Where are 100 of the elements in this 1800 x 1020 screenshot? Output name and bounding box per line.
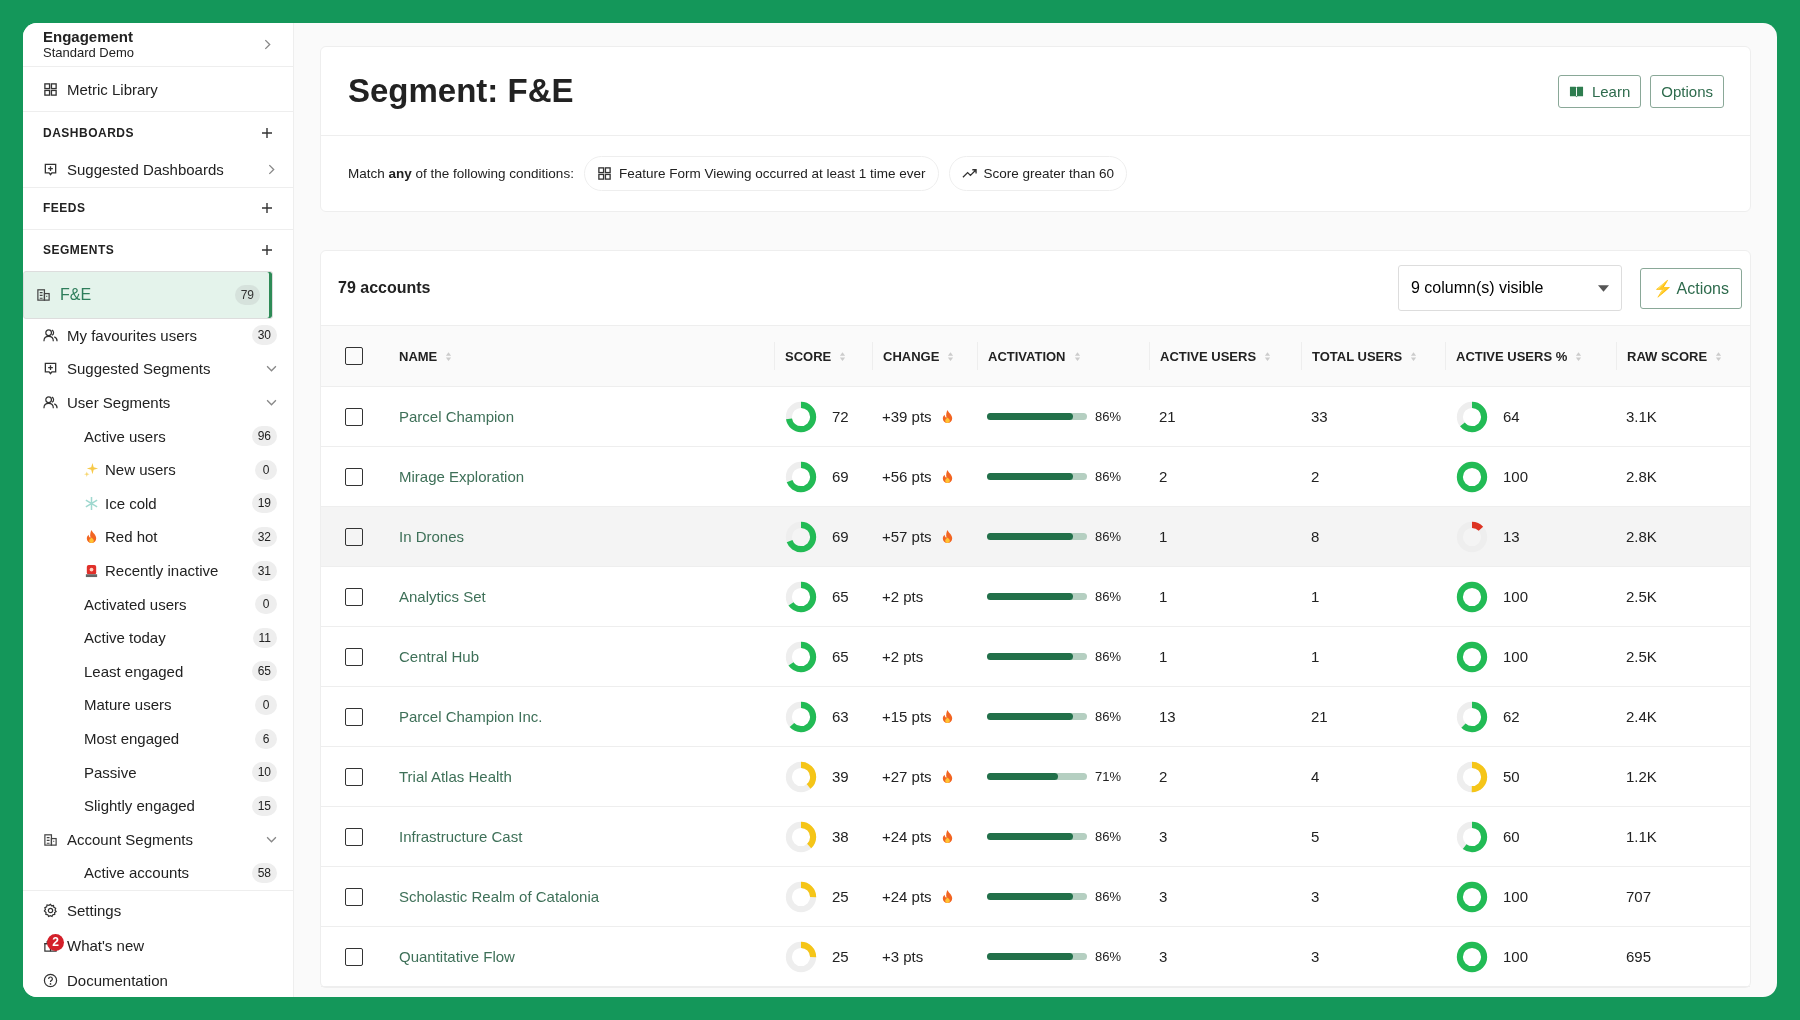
- count-badge: 79: [234, 284, 260, 305]
- table-cell: 1.2K: [1626, 768, 1657, 785]
- sidebar-item[interactable]: Least engaged 65: [23, 654, 293, 689]
- account-link[interactable]: In Drones: [399, 528, 465, 545]
- sidebar-item[interactable]: Ice cold 19: [23, 486, 293, 521]
- sidebar-item[interactable]: User Segments: [23, 385, 293, 420]
- sidebar-item[interactable]: 2 What's new: [23, 927, 293, 963]
- account-link[interactable]: Parcel Champion Inc.: [399, 708, 543, 725]
- caret-icon: [1597, 284, 1609, 292]
- select-all-checkbox[interactable]: [345, 347, 363, 365]
- table-cell: 71%: [1095, 769, 1122, 784]
- table-cell: 8: [1311, 528, 1320, 545]
- column-header[interactable]: ACTIVE USERS: [1160, 348, 1257, 364]
- row-checkbox[interactable]: [345, 887, 363, 906]
- account-link[interactable]: Central Hub: [399, 648, 480, 665]
- table-cell: 5: [1311, 828, 1320, 845]
- table-cell: +2 pts: [882, 648, 924, 665]
- header-button[interactable]: Learn: [1557, 74, 1642, 108]
- sidebar-item[interactable]: Account Segments: [23, 822, 293, 857]
- account-link[interactable]: Trial Atlas Health: [399, 768, 512, 785]
- table-cell: 21: [1159, 408, 1176, 425]
- table-cell: +39 pts: [882, 408, 932, 425]
- count-badge: 58: [251, 862, 277, 883]
- row-checkbox[interactable]: [345, 647, 363, 666]
- workspace-switcher[interactable]: Engagement Standard Demo: [23, 23, 293, 67]
- sidebar-item[interactable]: Slightly engaged 15: [23, 788, 293, 823]
- row-checkbox[interactable]: [345, 827, 363, 846]
- column-header[interactable]: CHANGE: [883, 348, 940, 364]
- table-cell: 86%: [1095, 469, 1122, 484]
- account-link[interactable]: Scholastic Realm of Catalonia: [399, 888, 600, 905]
- section-heading: FEEDS: [43, 201, 86, 216]
- sidebar-item[interactable]: New users 0: [23, 452, 293, 487]
- sidebar-item[interactable]: Red hot 32: [23, 520, 293, 554]
- sidebar-item[interactable]: Documentation: [23, 962, 293, 997]
- page-title: Segment: F&E: [348, 72, 574, 110]
- account-link[interactable]: Analytics Set: [399, 588, 486, 605]
- table-cell: 4: [1311, 768, 1320, 785]
- table-cell: +24 pts: [882, 888, 932, 905]
- column-header[interactable]: ACTIVATION: [988, 348, 1066, 364]
- table-cell: 64: [1503, 408, 1520, 425]
- table-cell: 2: [1159, 768, 1168, 785]
- siren-icon: [84, 563, 99, 579]
- sidebar-item[interactable]: Activated users 0: [23, 587, 293, 621]
- header-button[interactable]: Options: [1650, 74, 1724, 108]
- row-checkbox[interactable]: [345, 767, 363, 786]
- sidebar-item[interactable]: Active accounts 58: [23, 856, 293, 890]
- table-cell: 50: [1503, 768, 1520, 785]
- sidebar-item[interactable]: Settings: [23, 892, 293, 928]
- sidebar-item[interactable]: Active today 11: [23, 620, 293, 655]
- account-link[interactable]: Parcel Champion: [399, 408, 515, 425]
- table-cell: 13: [1159, 708, 1176, 725]
- row-checkbox[interactable]: [345, 587, 363, 606]
- add-icon[interactable]: [261, 126, 273, 139]
- column-header[interactable]: TOTAL USERS: [1312, 348, 1403, 364]
- snowflake-icon: [84, 495, 99, 511]
- column-header[interactable]: RAW SCORE: [1627, 348, 1708, 364]
- column-header[interactable]: SCORE: [785, 348, 832, 364]
- account-link[interactable]: Quantitative Flow: [399, 948, 515, 965]
- help-icon: [43, 972, 58, 988]
- sidebar-item[interactable]: My favourites users 30: [23, 318, 293, 353]
- sidebar-item[interactable]: F&E 79: [23, 270, 273, 319]
- trend-up-icon: [961, 166, 977, 181]
- row-checkbox[interactable]: [345, 407, 363, 426]
- table-cell: 1.1K: [1626, 828, 1657, 845]
- section-heading: SEGMENTS: [43, 243, 115, 258]
- add-icon[interactable]: [261, 244, 273, 257]
- column-header[interactable]: ACTIVE USERS %: [1456, 348, 1568, 364]
- workspace-title: Engagement: [43, 28, 134, 45]
- table-cell: 38: [832, 828, 849, 845]
- account-link[interactable]: Infrastructure Cast: [399, 828, 523, 845]
- flame-icon: [84, 529, 99, 545]
- row-checkbox[interactable]: [345, 467, 363, 486]
- row-checkbox[interactable]: [345, 527, 363, 546]
- row-checkbox[interactable]: [345, 947, 363, 966]
- table-cell: 1: [1159, 588, 1168, 605]
- column-header[interactable]: NAME: [399, 348, 438, 364]
- columns-dropdown[interactable]: 9 column(s) visible: [1397, 265, 1622, 311]
- table-cell: 25: [832, 948, 849, 965]
- sidebar-item[interactable]: Recently inactive 31: [23, 553, 293, 588]
- table-cell: 1: [1159, 648, 1168, 665]
- row-checkbox[interactable]: [345, 707, 363, 726]
- table-cell: 100: [1503, 948, 1529, 965]
- sidebar-item[interactable]: Suggested Segments: [23, 352, 293, 386]
- account-link[interactable]: Mirage Exploration: [399, 468, 525, 485]
- sidebar-item[interactable]: Suggested Dashboards: [23, 153, 293, 187]
- sidebar-item[interactable]: Metric Library: [23, 67, 293, 111]
- table-cell: +27 pts: [882, 768, 932, 785]
- add-icon[interactable]: [261, 202, 273, 215]
- actions-button[interactable]: ⚡ Actions: [1639, 267, 1742, 309]
- sidebar-item[interactable]: Mature users 0: [23, 688, 293, 722]
- notification-badge: 2: [47, 933, 64, 951]
- sidebar-item[interactable]: Active users 96: [23, 419, 293, 453]
- users-icon: [43, 395, 58, 411]
- table-cell: 100: [1503, 888, 1529, 905]
- table-cell: 13: [1503, 528, 1520, 545]
- table-cell: 86%: [1095, 529, 1122, 544]
- table-cell: 86%: [1095, 949, 1122, 964]
- sidebar-item[interactable]: Passive 10: [23, 755, 293, 789]
- sidebar-item[interactable]: Most engaged 6: [23, 721, 293, 756]
- count-badge: 0: [255, 459, 277, 480]
